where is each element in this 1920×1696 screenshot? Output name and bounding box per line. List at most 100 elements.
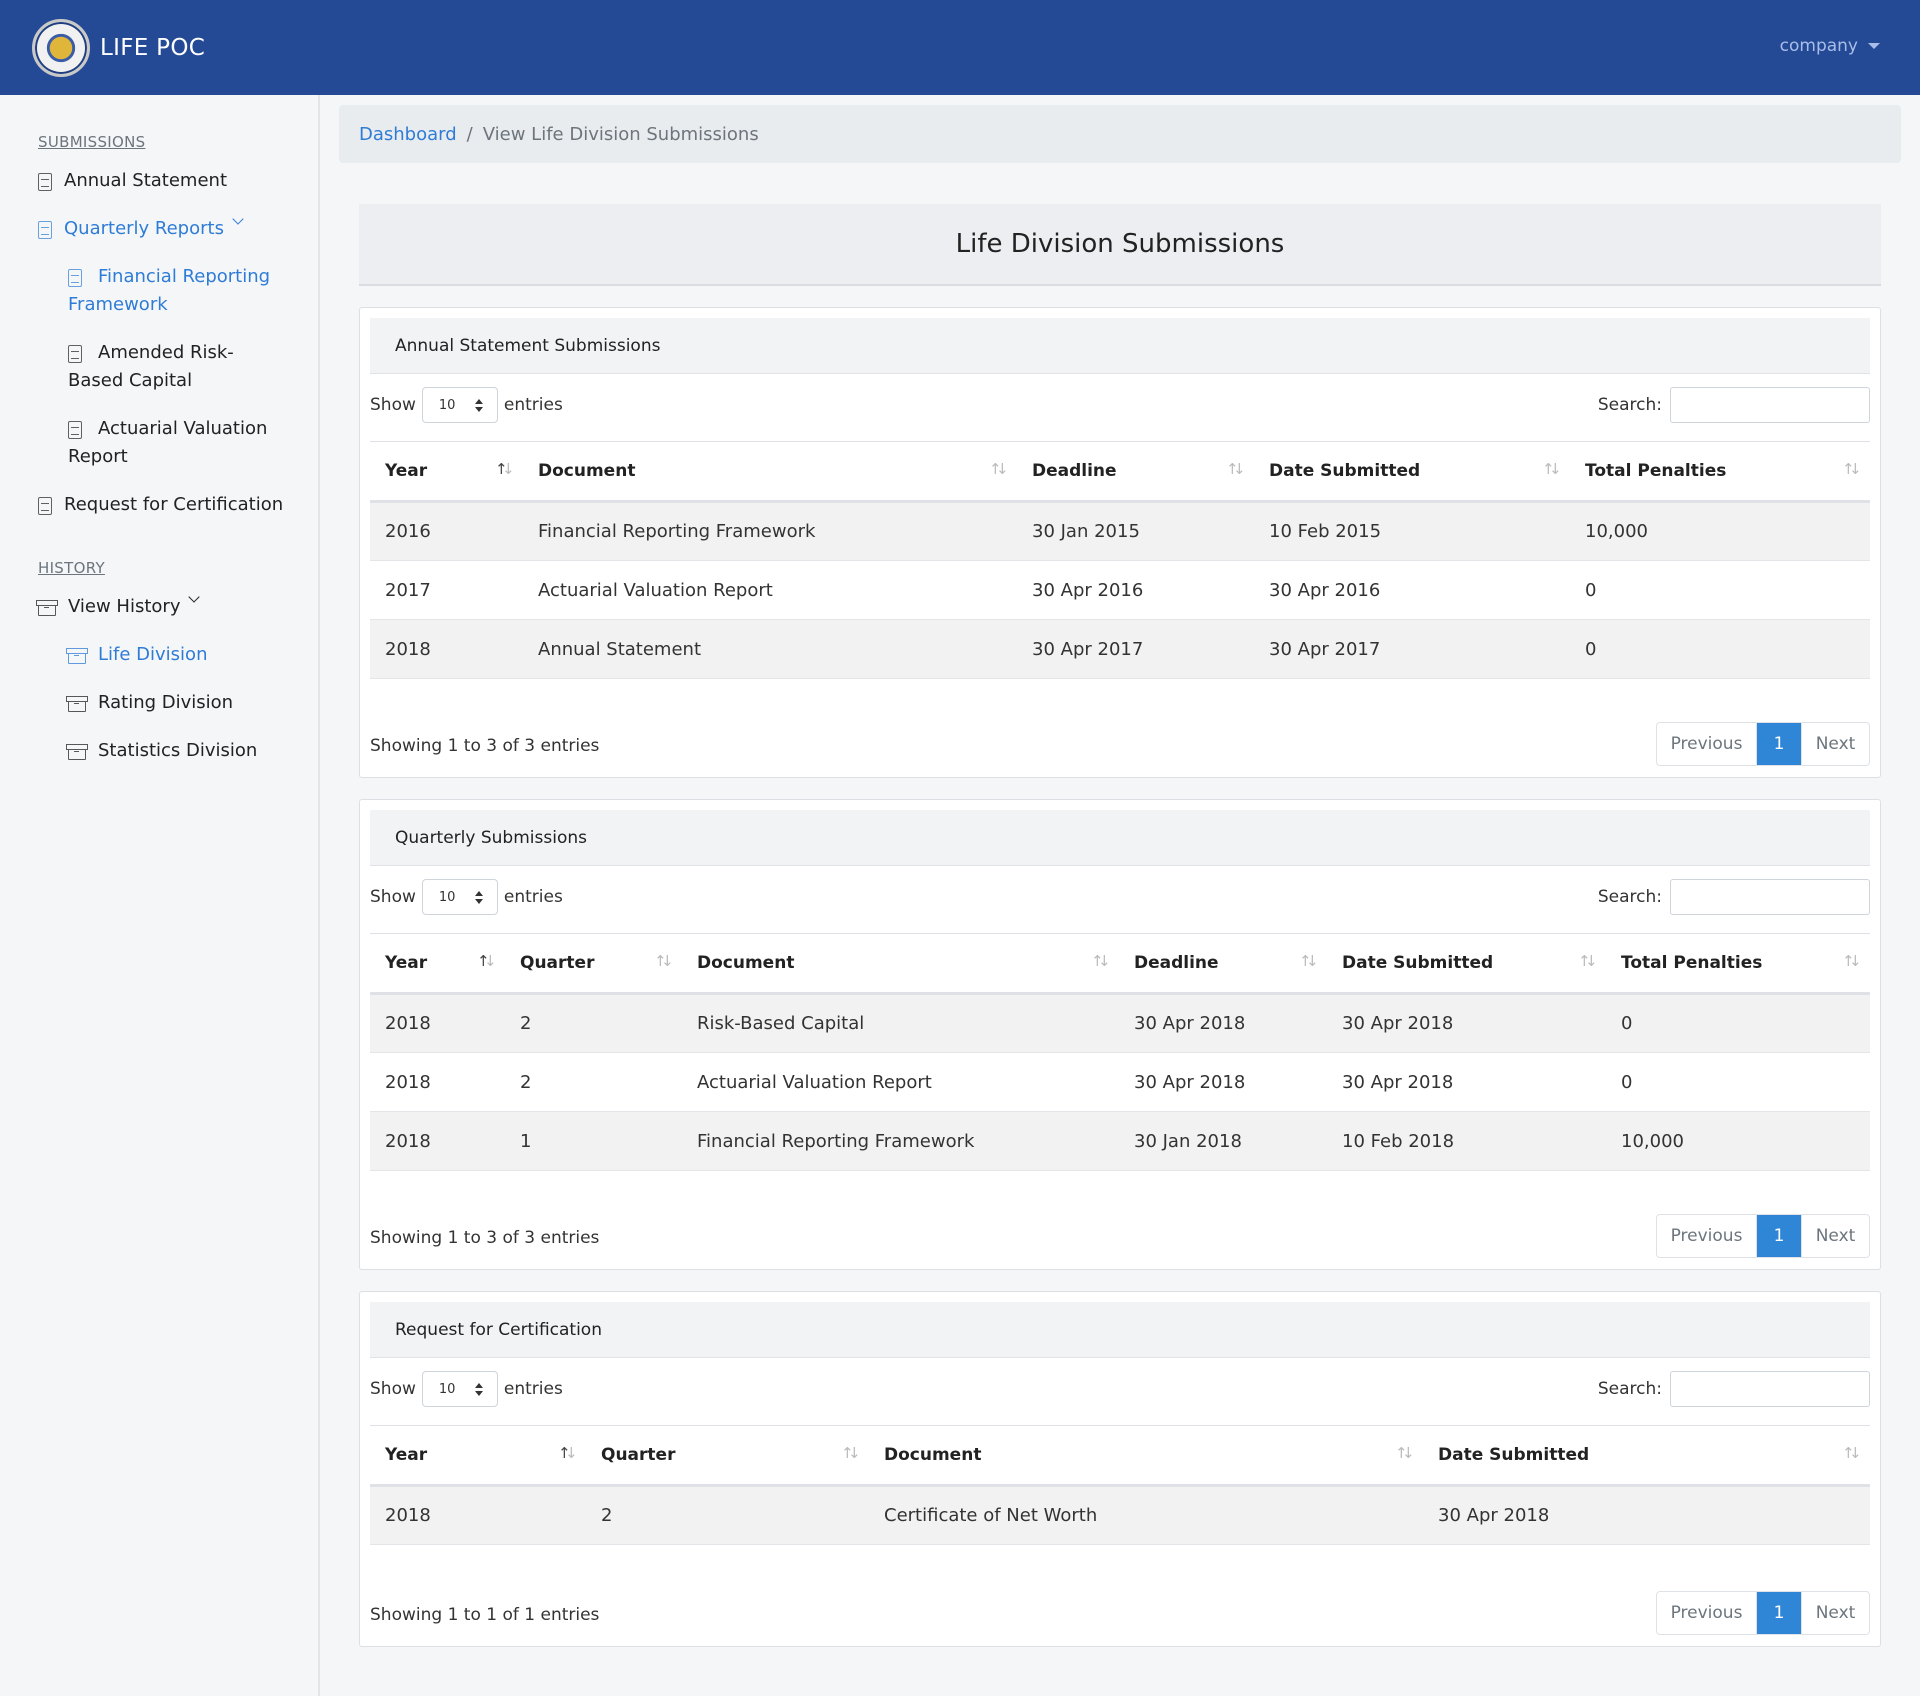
cell-total-penalties: 0 [1570, 619, 1870, 679]
column-header-year[interactable]: Year [370, 441, 523, 503]
column-header-date-submitted[interactable]: Date Submitted [1423, 1425, 1870, 1487]
sidebar-item-label: Quarterly Reports [64, 218, 224, 239]
column-header-year[interactable]: Year [370, 933, 505, 995]
sidebar-section-history: HISTORY [38, 559, 105, 577]
show-label: Show [370, 887, 416, 907]
card-title: Annual Statement Submissions [370, 318, 1870, 374]
column-header-year[interactable]: Year [370, 1425, 586, 1487]
table-header-row: Year Quarter Document Date Submitted [370, 1425, 1870, 1487]
next-page-button[interactable]: Next [1801, 1592, 1869, 1634]
sort-icon [1842, 952, 1862, 972]
cell-deadline: 30 Jan 2018 [1119, 1111, 1327, 1171]
sidebar-item-actuarial-valuation-report[interactable]: Actuarial Valuation Report [68, 415, 288, 471]
search-input[interactable] [1670, 387, 1870, 423]
document-icon [68, 421, 82, 439]
cell-quarter: 2 [505, 1052, 682, 1112]
sidebar-item-amended-rbc[interactable]: Amended Risk-Based Capital [68, 339, 288, 395]
search-input[interactable] [1670, 1371, 1870, 1407]
cell-date-submitted: 30 Apr 2016 [1254, 560, 1570, 620]
page-1-button[interactable]: 1 [1757, 723, 1801, 765]
cell-deadline: 30 Apr 2018 [1119, 1052, 1327, 1112]
search-control: Search: [1598, 386, 1870, 424]
sidebar-item-life-division[interactable]: Life Division [66, 641, 207, 669]
cell-year: 2018 [370, 619, 523, 679]
sort-icon [477, 952, 497, 972]
archive-icon [36, 600, 58, 616]
search-label: Search: [1597, 395, 1662, 415]
next-page-button[interactable]: Next [1801, 1215, 1869, 1257]
column-header-deadline[interactable]: Deadline [1119, 933, 1327, 995]
sidebar-item-rating-division[interactable]: Rating Division [66, 689, 233, 717]
cell-year: 2016 [370, 501, 523, 561]
cell-deadline: 30 Apr 2018 [1119, 993, 1327, 1053]
annual-submissions-card: Annual Statement Submissions Show 10 ent… [359, 307, 1881, 778]
previous-page-button[interactable]: Previous [1657, 1215, 1757, 1257]
show-label: Show [370, 1379, 416, 1399]
breadcrumb: Dashboard / View Life Division Submissio… [339, 105, 1901, 163]
table-row: 2018 2 Certificate of Net Worth 30 Apr 2… [370, 1485, 1870, 1545]
search-label: Search: [1597, 1379, 1662, 1399]
user-menu-dropdown[interactable]: company [1780, 36, 1880, 56]
sidebar-item-annual-statement[interactable]: Annual Statement [38, 167, 227, 195]
sidebar: SUBMISSIONS Annual Statement Quarterly R… [0, 95, 320, 1696]
cell-deadline: 30 Apr 2017 [1017, 619, 1254, 679]
column-header-total-penalties[interactable]: Total Penalties [1570, 441, 1870, 503]
sidebar-item-view-history[interactable]: View History [36, 591, 201, 621]
column-header-document[interactable]: Document [869, 1425, 1423, 1487]
sidebar-item-label: Annual Statement [64, 170, 228, 191]
sidebar-item-request-for-certification[interactable]: Request for Certification [38, 491, 283, 519]
cell-document: Actuarial Valuation Report [682, 1052, 1119, 1112]
sort-icon [558, 1444, 578, 1464]
column-header-quarter[interactable]: Quarter [586, 1425, 869, 1487]
sidebar-item-label: Financial Reporting Framework [68, 266, 271, 315]
column-header-date-submitted[interactable]: Date Submitted [1327, 933, 1606, 995]
column-header-quarter[interactable]: Quarter [505, 933, 682, 995]
sidebar-item-quarterly-reports[interactable]: Quarterly Reports [38, 213, 244, 243]
card-title: Request for Certification [370, 1302, 1870, 1358]
table-row: 2018 2 Risk-Based Capital 30 Apr 2018 30… [370, 993, 1870, 1053]
cell-document: Certificate of Net Worth [869, 1485, 1423, 1545]
table-row: 2018 1 Financial Reporting Framework 30 … [370, 1111, 1870, 1171]
sidebar-item-financial-reporting-framework[interactable]: Financial Reporting Framework [68, 263, 288, 319]
cell-date-submitted: 10 Feb 2018 [1327, 1111, 1606, 1171]
sort-icon [1299, 952, 1319, 972]
cell-total-penalties: 0 [1570, 560, 1870, 620]
column-header-date-submitted[interactable]: Date Submitted [1254, 441, 1570, 503]
table-row: 2016 Financial Reporting Framework 30 Ja… [370, 501, 1870, 561]
cell-total-penalties: 10,000 [1570, 501, 1870, 561]
table-header-row: Year Document Deadline Date Submitted To… [370, 441, 1870, 503]
pagination: Previous 1 Next [1656, 1214, 1870, 1258]
search-input[interactable] [1670, 879, 1870, 915]
page-1-button[interactable]: 1 [1757, 1592, 1801, 1634]
entries-label: entries [503, 1379, 563, 1399]
sidebar-item-label: Request for Certification [64, 494, 284, 515]
table-row: 2018 2 Actuarial Valuation Report 30 Apr… [370, 1052, 1870, 1112]
sort-icon [654, 952, 674, 972]
previous-page-button[interactable]: Previous [1657, 1592, 1757, 1634]
cell-deadline: 30 Jan 2015 [1017, 501, 1254, 561]
column-header-document[interactable]: Document [682, 933, 1119, 995]
cell-year: 2018 [370, 1052, 505, 1112]
brand-title[interactable]: LIFE POC [100, 35, 205, 61]
quarterly-submissions-card: Quarterly Submissions Show 10 entries Se… [359, 799, 1881, 1270]
column-header-total-penalties[interactable]: Total Penalties [1606, 933, 1870, 995]
document-icon [68, 345, 82, 363]
next-page-button[interactable]: Next [1801, 723, 1869, 765]
chevron-down-icon [188, 591, 201, 603]
entries-length-select[interactable]: 10 [421, 387, 498, 423]
column-header-deadline[interactable]: Deadline [1017, 441, 1254, 503]
entries-length-select[interactable]: 10 [421, 1371, 498, 1407]
entries-length-select[interactable]: 10 [421, 879, 498, 915]
page-1-button[interactable]: 1 [1757, 1215, 1801, 1257]
breadcrumb-dashboard-link[interactable]: Dashboard [359, 124, 457, 145]
table-info: Showing 1 to 1 of 1 entries [370, 1605, 600, 1625]
sidebar-item-statistics-division[interactable]: Statistics Division [66, 737, 258, 765]
sort-icon [989, 460, 1009, 480]
seal-logo[interactable] [32, 18, 90, 77]
breadcrumb-separator: / [466, 123, 473, 145]
sort-icon [1842, 460, 1862, 480]
previous-page-button[interactable]: Previous [1657, 723, 1757, 765]
column-header-document[interactable]: Document [523, 441, 1017, 503]
cell-year: 2018 [370, 993, 505, 1053]
sidebar-item-label: Statistics Division [98, 740, 258, 761]
